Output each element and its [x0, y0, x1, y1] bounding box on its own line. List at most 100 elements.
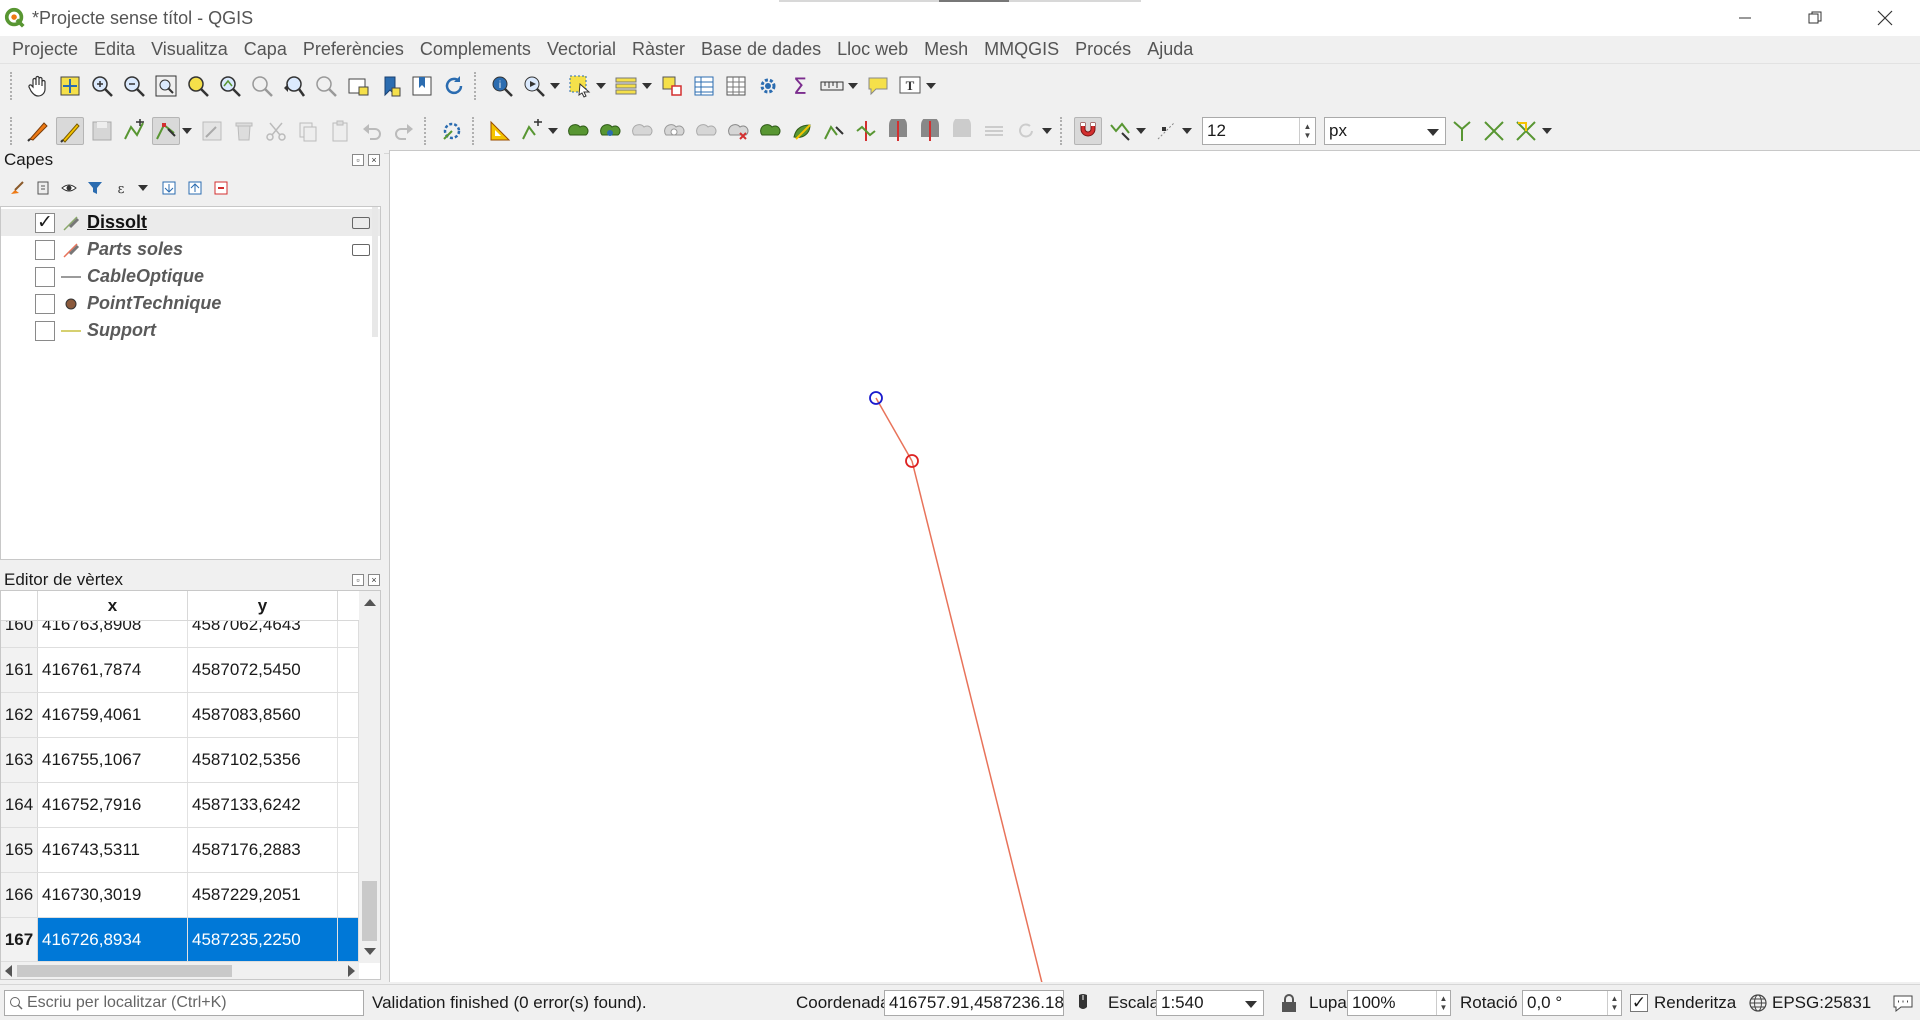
extents-toggle-button[interactable]: [1072, 985, 1094, 1020]
layer-item-cableoptique[interactable]: CableOptique: [1, 263, 380, 290]
add-part-button[interactable]: [692, 117, 720, 145]
undo-button[interactable]: [358, 117, 386, 145]
toggle-editing-button[interactable]: [56, 116, 84, 145]
feature-line-segment[interactable]: [875, 397, 913, 462]
add-ring-button[interactable]: [660, 117, 688, 145]
scroll-left-icon[interactable]: [5, 965, 12, 977]
vertex-y-cell[interactable]: 4587229,2051: [188, 873, 338, 917]
vertex-x-cell[interactable]: 416761,7874: [38, 648, 188, 692]
scroll-right-icon[interactable]: [348, 965, 355, 977]
menu-raster[interactable]: Ràster: [624, 39, 693, 60]
spin-arrows[interactable]: ▲ ▼: [1607, 991, 1621, 1015]
identify-button[interactable]: i: [488, 72, 516, 100]
vertex-x-cell[interactable]: 416730,3019: [38, 873, 188, 917]
zoom-out-button[interactable]: [120, 72, 148, 100]
restore-button[interactable]: [1780, 0, 1850, 36]
vertex-y-cell[interactable]: 4587083,8560: [188, 693, 338, 737]
filter-dropdown[interactable]: [138, 174, 148, 202]
table-row[interactable]: 162 416759,4061 4587083,8560: [1, 693, 359, 738]
modify-attributes-button[interactable]: [198, 117, 226, 145]
filter-legend-button[interactable]: [86, 179, 104, 197]
new-map-view-button[interactable]: [344, 72, 372, 100]
menu-preferencies[interactable]: Preferències: [295, 39, 412, 60]
select-dropdown[interactable]: [596, 72, 606, 100]
table-row[interactable]: 165 416743,5311 4587176,2883: [1, 828, 359, 873]
zoom-last-button[interactable]: [280, 72, 308, 100]
scroll-thumb[interactable]: [17, 965, 232, 977]
zoom-in-button[interactable]: [88, 72, 116, 100]
vertex-y-cell[interactable]: 4587133,6242: [188, 783, 338, 827]
snap-intersection-button[interactable]: [1480, 117, 1508, 145]
vertex-y-cell[interactable]: 4587176,2883: [188, 828, 338, 872]
scroll-down-icon[interactable]: [364, 948, 376, 955]
menu-proces[interactable]: Procés: [1067, 39, 1139, 60]
copy-features-button[interactable]: [294, 117, 322, 145]
redo-button[interactable]: [390, 117, 418, 145]
field-calculator-button[interactable]: [722, 72, 750, 100]
zoom-next-button[interactable]: [312, 72, 340, 100]
pan-to-selection-button[interactable]: [56, 72, 84, 100]
pan-button[interactable]: [24, 72, 52, 100]
close-panel-button[interactable]: ×: [368, 574, 380, 586]
messages-button[interactable]: [1892, 985, 1914, 1020]
annotation-dropdown[interactable]: [926, 72, 936, 100]
processing-toolbox-button[interactable]: [754, 72, 782, 100]
layer-item-dissolt[interactable]: ✓ Dissolt: [1, 209, 380, 236]
select-value-dropdown[interactable]: [642, 72, 652, 100]
offset-curve-button[interactable]: [820, 117, 848, 145]
layer-visibility-checkbox[interactable]: [35, 239, 55, 260]
layer-item-support[interactable]: Support: [1, 317, 380, 344]
table-row[interactable]: 166 416730,3019 4587229,2051: [1, 873, 359, 918]
column-header-y[interactable]: y: [188, 591, 338, 620]
toolbar-grip[interactable]: [424, 116, 430, 145]
scale-select[interactable]: 1:540: [1156, 990, 1264, 1016]
move-feature-button[interactable]: [564, 117, 592, 145]
current-edits-button[interactable]: [24, 117, 52, 145]
layers-scrollbar[interactable]: [372, 207, 378, 337]
filter-expression-button[interactable]: ε: [112, 179, 130, 197]
select-by-value-button[interactable]: [612, 72, 640, 100]
self-snapping-button[interactable]: [1512, 117, 1540, 145]
layer-style-button[interactable]: [8, 179, 26, 197]
self-snapping-dropdown[interactable]: [1542, 117, 1552, 145]
close-button[interactable]: [1850, 0, 1920, 36]
snapping-layers-button[interactable]: [1106, 117, 1134, 145]
spin-arrows[interactable]: ▲ ▼: [1299, 117, 1315, 144]
simplify-feature-button[interactable]: [628, 117, 656, 145]
text-annotation-button[interactable]: T: [896, 72, 924, 100]
toolbar-grip[interactable]: [472, 116, 478, 145]
statistics-button[interactable]: Σ: [786, 72, 814, 100]
shape-digitize-button[interactable]: [518, 117, 546, 145]
layer-visibility-checkbox[interactable]: ✓: [35, 212, 55, 233]
editing-indicator-icon[interactable]: [352, 243, 370, 256]
save-edits-button[interactable]: [88, 117, 116, 145]
menu-base-de-dades[interactable]: Base de dades: [693, 39, 829, 60]
run-action-button[interactable]: [520, 72, 548, 100]
layer-visibility-checkbox[interactable]: [35, 266, 55, 287]
vertex-x-cell[interactable]: 416755,1067: [38, 738, 188, 782]
digitize-line-button[interactable]: [120, 117, 148, 145]
measure-button[interactable]: [818, 72, 846, 100]
show-bookmarks-button[interactable]: [408, 72, 436, 100]
vertex-horizontal-scrollbar[interactable]: [1, 961, 359, 979]
menu-ajuda[interactable]: Ajuda: [1139, 39, 1201, 60]
refresh-button[interactable]: [440, 72, 468, 100]
layer-visibility-checkbox[interactable]: [35, 320, 55, 341]
split-parts-button[interactable]: [884, 117, 912, 145]
magnifier-spinbox[interactable]: 100% ▲ ▼: [1347, 990, 1451, 1016]
vertex-x-cell[interactable]: 416743,5311: [38, 828, 188, 872]
snapping-units-select[interactable]: px: [1324, 116, 1446, 145]
reshape-feature-button[interactable]: [788, 117, 816, 145]
menu-projecte[interactable]: Projecte: [4, 39, 86, 60]
menu-mmqgis[interactable]: MMQGIS: [976, 39, 1067, 60]
menu-complements[interactable]: Complements: [412, 39, 539, 60]
column-header-x[interactable]: x: [38, 591, 188, 620]
vertex-x-cell[interactable]: 416726,8934: [38, 918, 188, 962]
toolbar-grip[interactable]: [10, 116, 16, 145]
attribute-table-button[interactable]: [690, 72, 718, 100]
layer-visibility-checkbox[interactable]: [35, 293, 55, 314]
topological-editing-button[interactable]: [1448, 117, 1476, 145]
rotation-spinbox[interactable]: 0,0 ° ▲ ▼: [1522, 990, 1622, 1016]
remove-layer-button[interactable]: [212, 179, 230, 197]
zoom-to-layer-button[interactable]: [216, 72, 244, 100]
